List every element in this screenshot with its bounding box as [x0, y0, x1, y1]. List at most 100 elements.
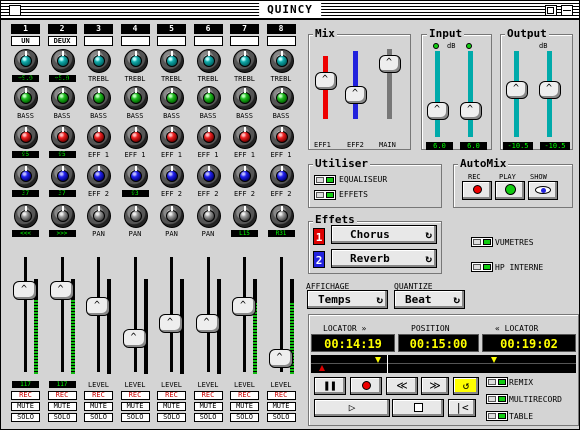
eff1-knob[interactable] [269, 125, 294, 149]
bass-knob[interactable] [123, 86, 148, 110]
channel-name[interactable] [84, 36, 113, 46]
pause-button[interactable]: ❚❚ [314, 377, 346, 395]
rec-button[interactable]: REC [47, 391, 77, 400]
record-button[interactable] [350, 377, 382, 395]
fast-forward-button[interactable]: ≫ [421, 377, 449, 395]
rec-button[interactable]: REC [120, 391, 150, 400]
channel-name[interactable]: DEUX [47, 36, 77, 46]
mix-eff1-slider[interactable] [315, 72, 337, 90]
solo-button[interactable]: SOLO [47, 413, 77, 422]
output-left-slider[interactable] [506, 81, 528, 99]
stop-button[interactable] [392, 399, 444, 417]
level-fader[interactable] [232, 297, 256, 316]
play-button[interactable]: ▷ [314, 399, 390, 417]
close-box[interactable] [9, 5, 21, 16]
treble-knob[interactable] [269, 49, 294, 73]
eff2-knob[interactable] [87, 164, 111, 188]
output-right-slider[interactable] [539, 81, 561, 99]
effect-slot-2-button[interactable]: Reverb ↻ [331, 249, 437, 268]
pan-knob[interactable] [233, 204, 257, 228]
solo-button[interactable]: SOLO [266, 413, 296, 422]
channel-name[interactable] [120, 36, 150, 46]
bass-knob[interactable] [14, 86, 38, 110]
bass-knob[interactable] [269, 86, 294, 110]
eff1-knob[interactable] [233, 125, 257, 149]
eff2-knob[interactable] [14, 164, 38, 188]
eff2-knob[interactable] [233, 164, 257, 188]
pan-knob[interactable] [50, 204, 75, 228]
pan-knob[interactable] [196, 204, 221, 228]
mute-button[interactable]: MUTE [230, 402, 259, 411]
hp-interne-toggle[interactable] [471, 262, 493, 272]
bass-knob[interactable] [87, 86, 111, 110]
mute-button[interactable]: MUTE [84, 402, 113, 411]
eff1-knob[interactable] [87, 125, 111, 149]
playhead[interactable] [387, 355, 388, 373]
solo-button[interactable]: SOLO [193, 413, 223, 422]
locator-left-counter[interactable]: 00:14:19 [311, 334, 395, 352]
eff2-knob[interactable] [123, 164, 148, 188]
treble-knob[interactable] [50, 49, 75, 73]
bass-knob[interactable] [196, 86, 221, 110]
treble-knob[interactable] [87, 49, 111, 73]
mute-button[interactable]: MUTE [157, 402, 186, 411]
multirecord-toggle[interactable] [486, 394, 508, 404]
affichage-button[interactable]: Temps ↻ [307, 290, 388, 309]
rewind-button[interactable]: ≪ [386, 377, 418, 395]
channel-name[interactable]: UN [11, 36, 40, 46]
quantize-button[interactable]: Beat ↻ [394, 290, 465, 309]
title-bar[interactable]: QUINCY [1, 1, 579, 20]
zoom-box[interactable] [545, 5, 557, 16]
eff2-knob[interactable] [160, 164, 184, 188]
collapse-box[interactable] [561, 5, 573, 16]
timeline[interactable] [311, 355, 576, 373]
goto-start-button[interactable]: |< [448, 399, 476, 417]
level-fader[interactable] [268, 349, 293, 368]
level-fader[interactable] [159, 314, 183, 333]
rec-button[interactable]: REC [266, 391, 296, 400]
solo-button[interactable]: SOLO [157, 413, 186, 422]
pan-knob[interactable] [87, 204, 111, 228]
eff1-knob[interactable] [196, 125, 221, 149]
treble-knob[interactable] [233, 49, 257, 73]
eff1-knob[interactable] [50, 125, 75, 149]
mute-button[interactable]: MUTE [266, 402, 296, 411]
equaliseur-toggle[interactable] [314, 175, 336, 185]
level-fader[interactable] [122, 329, 147, 348]
automix-show-button[interactable] [528, 181, 558, 200]
automix-play-button[interactable] [495, 181, 525, 200]
mix-eff2-slider[interactable] [345, 86, 367, 104]
effets-toggle[interactable] [314, 190, 336, 200]
pan-knob[interactable] [14, 204, 38, 228]
eff2-knob[interactable] [196, 164, 221, 188]
rec-button[interactable]: REC [230, 391, 259, 400]
rec-button[interactable]: REC [157, 391, 186, 400]
channel-name[interactable] [266, 36, 296, 46]
eff1-knob[interactable] [160, 125, 184, 149]
eff2-knob[interactable] [50, 164, 75, 188]
automix-rec-button[interactable] [462, 181, 492, 200]
mute-button[interactable]: MUTE [193, 402, 223, 411]
loop-button[interactable]: ↺ [453, 377, 479, 395]
level-fader[interactable] [195, 314, 220, 333]
mute-button[interactable]: MUTE [120, 402, 150, 411]
level-fader[interactable] [13, 281, 37, 300]
remix-toggle[interactable] [486, 377, 508, 387]
input-left-slider[interactable] [427, 102, 449, 120]
solo-button[interactable]: SOLO [120, 413, 150, 422]
mute-button[interactable]: MUTE [11, 402, 40, 411]
solo-button[interactable]: SOLO [230, 413, 259, 422]
solo-button[interactable]: SOLO [11, 413, 40, 422]
table-toggle[interactable] [486, 411, 508, 421]
position-counter[interactable]: 00:15:00 [398, 334, 479, 352]
effect-slot-1-button[interactable]: Chorus ↻ [331, 225, 437, 244]
rec-button[interactable]: REC [11, 391, 40, 400]
eff2-knob[interactable] [269, 164, 294, 188]
solo-button[interactable]: SOLO [84, 413, 113, 422]
bass-knob[interactable] [160, 86, 184, 110]
treble-knob[interactable] [196, 49, 221, 73]
level-fader[interactable] [86, 297, 110, 316]
pan-knob[interactable] [160, 204, 184, 228]
level-fader[interactable] [49, 281, 74, 300]
treble-knob[interactable] [123, 49, 148, 73]
